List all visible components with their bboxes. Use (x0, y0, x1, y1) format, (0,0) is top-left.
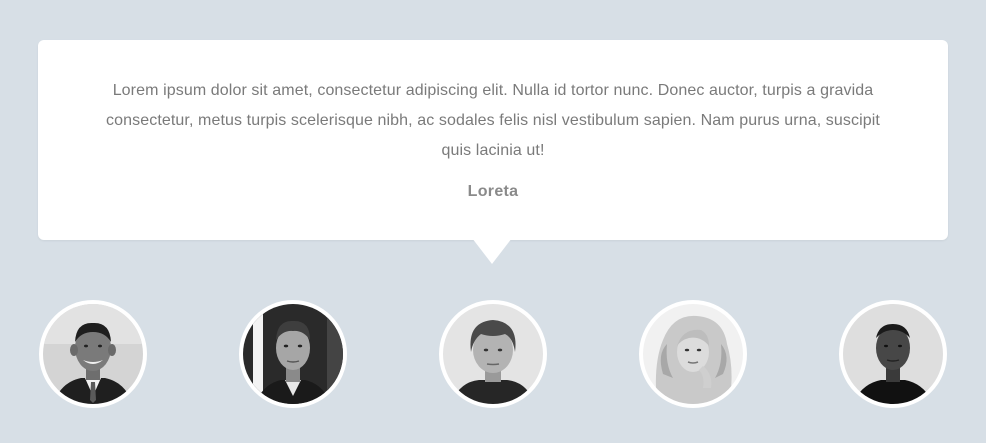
avatar-4[interactable] (639, 300, 747, 408)
person-portrait-icon (243, 304, 343, 404)
person-portrait-icon (643, 304, 743, 404)
avatar-1[interactable] (39, 300, 147, 408)
avatar-5[interactable] (839, 300, 947, 408)
avatar-2[interactable] (239, 300, 347, 408)
testimonial-pointer (472, 238, 512, 264)
testimonial-author: Loreta (467, 183, 519, 200)
person-portrait-icon (843, 304, 943, 404)
avatar-3[interactable] (439, 300, 547, 408)
person-portrait-icon (443, 304, 543, 404)
testimonial-card: Lorem ipsum dolor sit amet, consectetur … (38, 40, 948, 240)
testimonial-text: Lorem ipsum dolor sit amet, consectetur … (106, 82, 880, 159)
person-portrait-icon (43, 304, 143, 404)
